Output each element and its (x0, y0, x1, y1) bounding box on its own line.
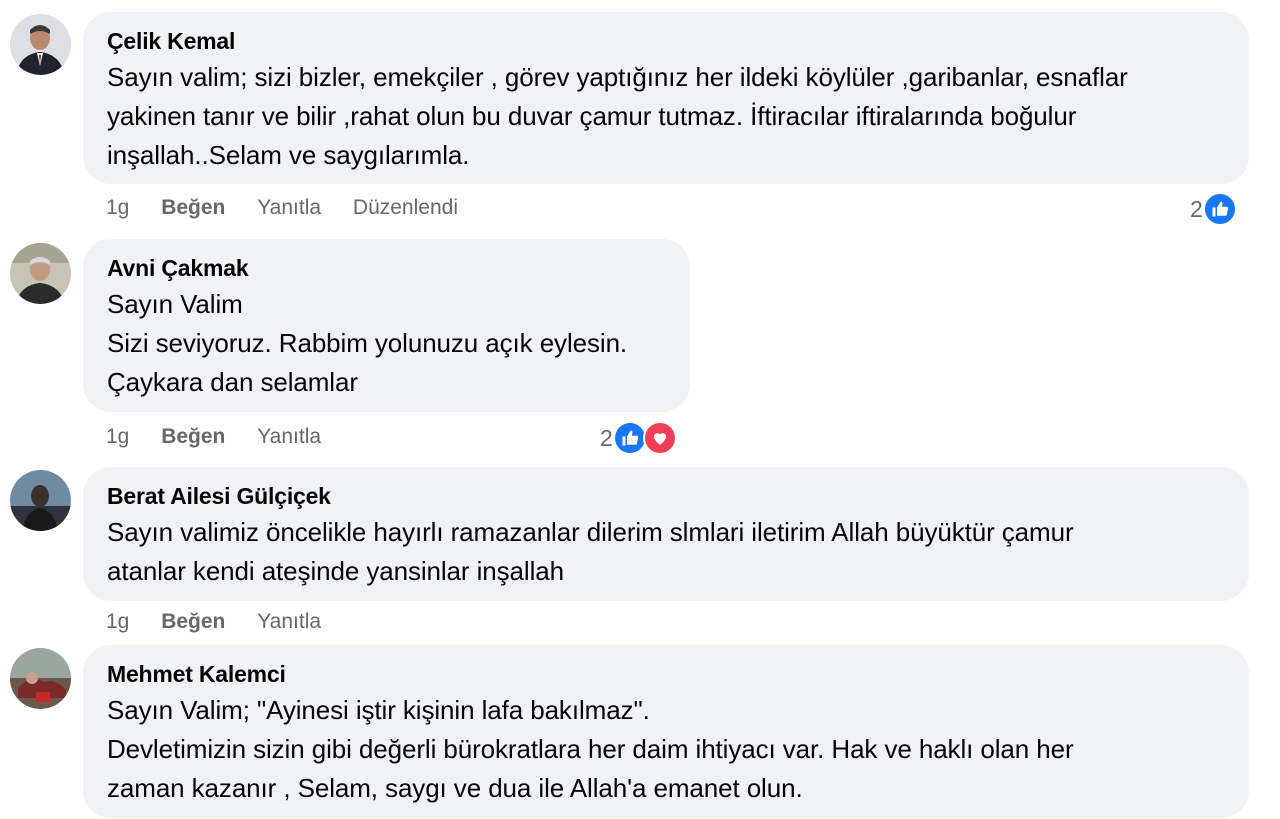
comment-text-line: Sayın valim; sizi bizler, emekçiler , gö… (107, 62, 1128, 92)
like-button[interactable]: Beğen (161, 425, 225, 449)
like-icon (612, 421, 647, 455)
like-button[interactable]: Beğen (161, 196, 225, 220)
comment-bubble: Avni Çakmak Sayın Valim Sizi seviyoruz. … (83, 239, 690, 412)
reaction-count: 2 (1190, 195, 1203, 222)
comment-text-line: Sayın Valim; "Ayinesi iştir kişinin lafa… (107, 695, 650, 725)
comment-author[interactable]: Avni Çakmak (107, 253, 666, 283)
comment-text-line: Sayın Valim (107, 289, 243, 319)
comment-text-line: atanlar kendi ateşinde yansinlar inşalla… (107, 556, 564, 586)
comment-actions: 1g Beğen Yanıtla Düzenlendi (106, 196, 484, 220)
avatar[interactable] (10, 243, 71, 304)
comment-text-line: Çaykara dan selamlar (107, 367, 358, 397)
comment-bubble: Mehmet Kalemci Sayın Valim; "Ayinesi işt… (83, 645, 1249, 818)
edited-label[interactable]: Düzenlendi (353, 196, 458, 220)
like-icon (1202, 192, 1237, 226)
like-button[interactable]: Beğen (161, 610, 225, 634)
comment-time[interactable]: 1g (106, 610, 129, 634)
comment-author[interactable]: Çelik Kemal (107, 26, 1225, 56)
comment-actions: 1g Beğen Yanıtla (106, 610, 347, 634)
reply-button[interactable]: Yanıtla (257, 196, 321, 220)
avatar[interactable] (10, 470, 71, 531)
avatar[interactable] (10, 648, 71, 709)
comment-actions: 1g Beğen Yanıtla (106, 425, 347, 449)
comment-author[interactable]: Mehmet Kalemci (107, 659, 1225, 689)
comment-text-line: Sayın valimiz öncelikle hayırlı ramazanl… (107, 517, 1074, 547)
comment-text-line: yakinen tanır ve bilir ,rahat olun bu du… (107, 101, 1077, 131)
comment-time[interactable]: 1g (106, 425, 129, 449)
love-icon (642, 421, 677, 455)
comment-bubble: Çelik Kemal Sayın valim; sizi bizler, em… (83, 12, 1249, 184)
comment-text-line: inşallah..Selam ve saygılarımla. (107, 140, 470, 170)
reaction-count: 2 (600, 424, 613, 451)
reactions-summary[interactable]: 2 (1190, 192, 1237, 226)
comment-author[interactable]: Berat Ailesi Gülçiçek (107, 481, 1225, 511)
reactions-summary[interactable]: 2 (600, 421, 677, 455)
avatar[interactable] (10, 14, 71, 75)
comment-time[interactable]: 1g (106, 196, 129, 220)
reply-button[interactable]: Yanıtla (257, 425, 321, 449)
comment-text-line: zaman kazanır , Selam, saygı ve dua ile … (107, 773, 803, 803)
comment-bubble: Berat Ailesi Gülçiçek Sayın valimiz önce… (83, 467, 1249, 601)
comment-text-line: Devletimizin sizin gibi değerli bürokrat… (107, 734, 1074, 764)
comment-text-line: Sizi seviyoruz. Rabbim yolunuzu açık eyl… (107, 328, 628, 358)
reply-button[interactable]: Yanıtla (257, 610, 321, 634)
